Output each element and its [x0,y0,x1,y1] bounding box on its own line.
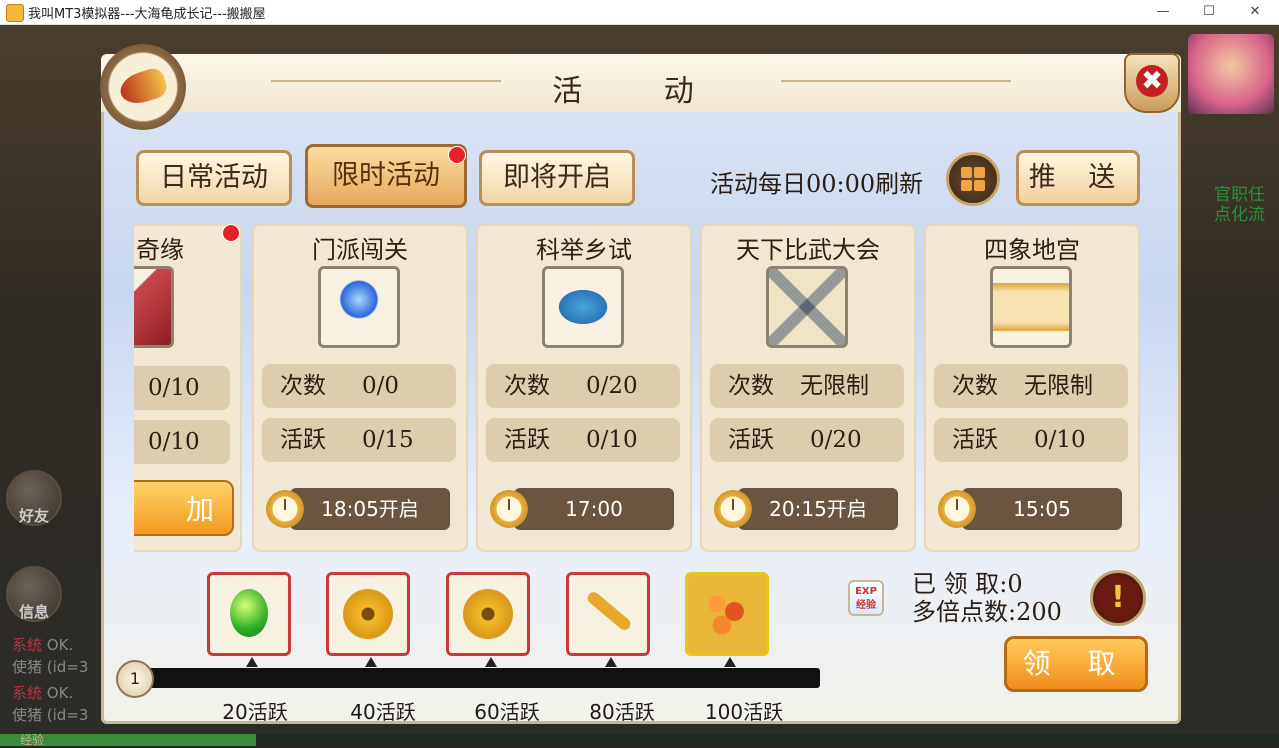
window-titlebar: 我叫MT3模拟器---大海龟成长记---搬搬屋 — ☐ ✕ [0,0,1279,25]
activity-card[interactable]: 四象地宫 次数 无限制 活跃 0/10 15:05 [924,224,1140,552]
reward-item[interactable] [685,572,769,667]
tab-limited-activities[interactable]: 限时活动 [305,144,467,208]
tab-upcoming-activities[interactable]: 即将开启 [479,150,635,206]
chat-line: 使猪 (id=3 [12,658,89,676]
milestone-marker [246,657,258,667]
chat-line: 系统 OK. [12,636,74,654]
reward-item[interactable] [566,572,650,667]
grid-icon [961,167,985,191]
experience-bar [0,734,1279,746]
activity-count: 次数 无限制 [710,364,904,408]
activity-points: 活跃 0/15 [262,418,456,462]
activity-card[interactable]: 天下比武大会 次数 无限制 活跃 0/20 20:15开启 [700,224,916,552]
activity-count: 0/10 [134,366,230,410]
activity-points: 活跃 0/20 [710,418,904,462]
messages-label: 信息 [18,603,49,621]
scroll-map-icon [990,266,1072,348]
window-title: 我叫MT3模拟器---大海龟成长记---搬搬屋 [28,7,266,22]
activity-progress-track [148,668,820,688]
clock-icon [490,490,528,528]
claim-summary: 已 领 取:0 多倍点数:200 [912,570,1062,626]
activity-card[interactable]: 科举乡试 次数 0/20 活跃 0/10 17:00 [476,224,692,552]
gold-nuggets-icon [702,589,752,639]
activity-start-time: 17:00 [514,488,674,530]
activity-points: 0/10 [134,420,230,464]
chat-line: 使猪 (id=3 [12,706,89,724]
activity-count: 次数 0/0 [262,364,456,408]
crossed-swords-icon [766,266,848,348]
player-avatar[interactable] [1188,34,1274,114]
notification-dot [222,224,240,242]
activity-start-time: 20:15开启 [738,488,898,530]
progress-level-badge: 1 [116,660,154,698]
join-button[interactable]: 加 [134,480,234,536]
activity-card[interactable]: 门派闯关 次数 0/0 活跃 0/15 18:05开启 [252,224,468,552]
horn-emblem [100,44,186,130]
info-button[interactable]: ! [1090,570,1146,626]
gold-coin-icon [463,589,513,639]
milestone-label: 20活跃 [222,700,288,724]
close-button[interactable]: ✖ [1124,53,1180,113]
activity-card[interactable]: 奇缘 0/10 0/10 加 [134,224,242,552]
activity-name: 科举乡试 [536,236,632,264]
clock-icon [266,490,304,528]
chat-line: 系统 OK. [12,684,74,702]
bowl-icon [542,266,624,348]
book-icon [134,266,174,348]
reward-item[interactable] [326,572,410,667]
activity-start-time: 18:05开启 [290,488,450,530]
experience-label: 经验 [20,733,45,747]
quest-tracker-text[interactable]: 官职任点化流 [1214,185,1279,225]
claim-button[interactable]: 领 取 [1004,636,1148,692]
gold-key-icon [585,589,633,633]
activity-start-time: 15:05 [962,488,1122,530]
tab-daily-activities[interactable]: 日常活动 [136,150,292,206]
claimed-count: 已 领 取:0 [912,570,1023,598]
activity-points: 活跃 0/10 [934,418,1128,462]
activity-name: 四象地宫 [984,236,1080,264]
app-icon [6,4,24,22]
milestone-label: 60活跃 [474,700,540,724]
friends-button[interactable]: 好友 [6,470,62,526]
clock-icon [714,490,752,528]
activity-name: 天下比武大会 [736,236,880,264]
multiplier-points: 多倍点数:200 [912,598,1062,626]
activity-count: 次数 无限制 [934,364,1128,408]
milestone-label: 80活跃 [589,700,655,724]
gold-coin-icon [343,589,393,639]
activity-count: 次数 0/20 [486,364,680,408]
reward-item[interactable] [207,572,291,667]
messages-button[interactable]: 信息 [6,566,62,622]
crystal-ball-icon [318,266,400,348]
milestone-marker [724,657,736,667]
maximize-button[interactable]: ☐ [1186,0,1232,24]
grid-menu-button[interactable] [946,152,1000,206]
milestone-marker [365,657,377,667]
notification-dot [448,146,466,164]
minimize-button[interactable]: — [1140,0,1186,24]
horn-icon [116,65,170,109]
activity-cards-viewport[interactable]: 奇缘 0/10 0/10 加 门派闯关 次数 0/0 活跃 0/15 18:05开启… [134,222,1142,554]
friends-label: 好友 [18,507,49,525]
milestone-marker [485,657,497,667]
milestone-label: 100活跃 [704,700,784,724]
exp-icon: EXP 经验 [848,580,884,616]
refresh-notice: 活动每日00:00刷新 [710,170,924,198]
window-close-button[interactable]: ✕ [1232,0,1278,24]
close-icon: ✖ [1136,65,1168,97]
panel-title: 活 动 [552,74,730,109]
activity-points: 活跃 0/10 [486,418,680,462]
push-button[interactable]: 推 送 [1016,150,1140,206]
milestone-marker [605,657,617,667]
green-gem-icon [230,589,268,637]
activity-name: 门派闯关 [312,236,408,264]
milestone-label: 40活跃 [350,700,416,724]
clock-icon [938,490,976,528]
activity-name: 奇缘 [136,236,184,264]
reward-item[interactable] [446,572,530,667]
